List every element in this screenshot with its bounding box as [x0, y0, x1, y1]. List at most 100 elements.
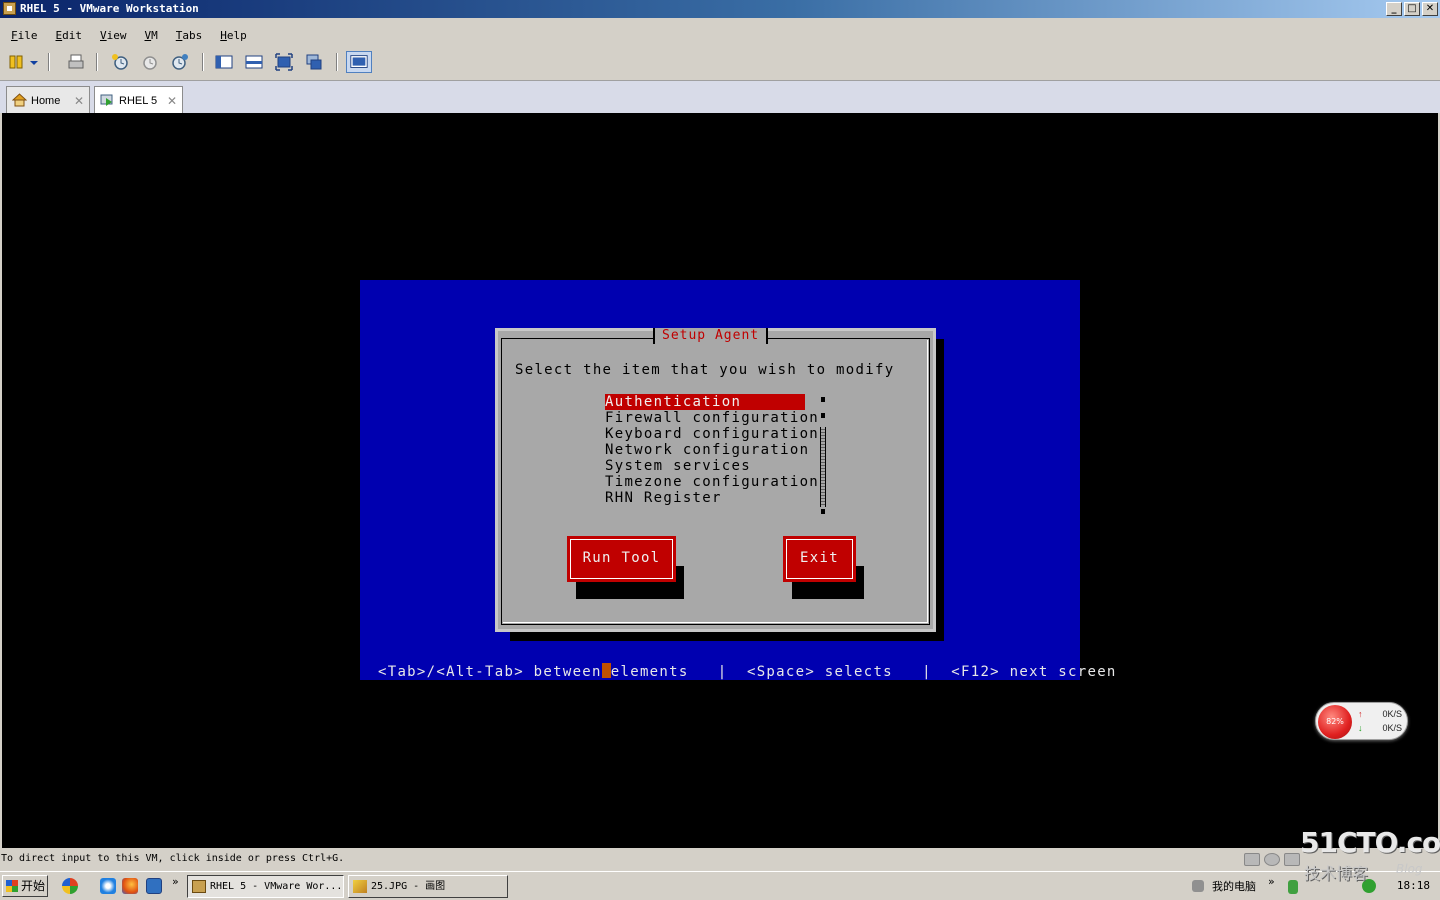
sidebar-view-icon[interactable] — [214, 52, 234, 72]
setup-agent-dialog: Setup Agent Select the item that you wis… — [495, 328, 936, 632]
vm-icon — [100, 94, 113, 106]
battery-tray-icon[interactable] — [1288, 880, 1298, 894]
site-watermark: 51CTO.com 技术博客 Blog — [1300, 826, 1440, 888]
download-rate-value: 0K/S — [1382, 723, 1402, 733]
tab-rhel5[interactable]: RHEL 5 ✕ — [94, 86, 183, 114]
home-icon — [12, 93, 27, 107]
tray-more-icon[interactable]: » — [1268, 875, 1275, 888]
menu-help[interactable]: Help — [209, 28, 254, 44]
hint-text: elements | <Space> selects | <F12> next … — [610, 664, 1117, 680]
power-icon[interactable] — [6, 52, 26, 72]
desktop-shortcut-icon[interactable] — [146, 878, 162, 894]
keyboard-hint-line: <Tab>/<Alt-Tab> between elements | <Space… — [378, 663, 1117, 680]
console-view-icon[interactable] — [346, 51, 372, 73]
tab-label: Home — [31, 95, 61, 107]
upload-rate-value: 0K/S — [1382, 709, 1402, 719]
exit-button[interactable]: Exit — [783, 536, 856, 582]
download-arrow-icon: ↓ — [1358, 723, 1363, 733]
my-computer-label[interactable]: 我的电脑 — [1212, 878, 1256, 894]
window-controls: _ □ ✕ — [1386, 2, 1438, 16]
upload-arrow-icon: ↑ — [1358, 709, 1363, 719]
scroll-track[interactable] — [820, 427, 826, 507]
taskbar-button-vmware[interactable]: RHEL 5 - VMware Wor... — [187, 875, 344, 898]
run-tool-button[interactable]: Run Tool — [567, 536, 676, 582]
maximize-button[interactable]: □ — [1404, 2, 1420, 16]
unity-icon[interactable] — [304, 52, 324, 72]
vm-console[interactable]: Setup Agent Select the item that you wis… — [2, 113, 1438, 848]
minimize-button[interactable]: _ — [1386, 2, 1402, 16]
toolbar-separator — [96, 53, 98, 71]
window-title: RHEL 5 - VMware Workstation — [20, 2, 199, 15]
scroll-down-marker — [821, 509, 825, 514]
scroll-thumb[interactable] — [821, 413, 825, 418]
close-tab-icon[interactable]: ✕ — [167, 88, 177, 114]
close-button[interactable]: ✕ — [1422, 2, 1438, 16]
menu-file[interactable]: File — [0, 28, 45, 44]
toolbar-separator — [202, 53, 204, 71]
vmware-app-icon — [3, 2, 16, 15]
upload-rate: ↑ 0K/S — [1358, 709, 1406, 719]
device-status-icons — [1244, 853, 1300, 866]
dialog-prompt: Select the item that you wish to modify — [515, 362, 895, 378]
text-cursor — [601, 663, 611, 678]
taskbar-button-label: 25.JPG - 画图 — [371, 881, 446, 892]
firefox-icon[interactable] — [122, 878, 138, 894]
list-item-timezone[interactable]: Timezone configuration — [605, 474, 818, 490]
windows-taskbar: 开始 » RHEL 5 - VMware Wor... 25.JPG - 画图 … — [0, 871, 1440, 900]
status-bar: To direct input to this VM, click inside… — [0, 850, 1440, 870]
list-item-rhn[interactable]: RHN Register — [605, 490, 805, 506]
setup-agent-screen: Setup Agent Select the item that you wis… — [360, 280, 1115, 680]
dialog-title: Setup Agent — [653, 328, 769, 344]
quick-launch-more-icon[interactable]: » — [172, 875, 179, 888]
toolbar — [0, 50, 1440, 76]
snapshot-manager-icon[interactable] — [170, 52, 190, 72]
dropdown-arrow-icon[interactable] — [28, 52, 40, 72]
list-item-firewall[interactable]: Firewall configuration — [605, 410, 818, 426]
vmware-app-icon — [192, 880, 206, 893]
menu-tabs[interactable]: Tabs — [165, 28, 210, 44]
toolbar-separator — [48, 53, 50, 71]
hard-disk-icon[interactable] — [1244, 853, 1260, 866]
snapshot-icon[interactable] — [110, 52, 130, 72]
watermark-tagline: 技术博客 — [1304, 864, 1369, 883]
menu-bar: File Edit View VM Tabs Help — [0, 28, 254, 44]
watermark-site: 51CTO.com — [1300, 826, 1440, 859]
internet-explorer-icon[interactable] — [100, 878, 116, 894]
list-item-services[interactable]: System services — [605, 458, 805, 474]
list-item-network[interactable]: Network configuration — [605, 442, 808, 458]
revert-snapshot-icon[interactable] — [140, 52, 160, 72]
list-item-authentication[interactable]: Authentication — [605, 394, 805, 410]
list-scrollbar[interactable] — [820, 397, 826, 514]
tool-listbox[interactable]: Authentication Firewall configuration Ke… — [605, 394, 818, 506]
tab-strip: Home ✕ RHEL 5 ✕ — [0, 80, 1440, 114]
hint-text: <Tab>/<Alt-Tab> between — [378, 664, 602, 680]
window-titlebar: RHEL 5 - VMware Workstation _ □ ✕ — [0, 0, 1440, 18]
menu-view[interactable]: View — [89, 28, 134, 44]
windows-logo-icon — [6, 880, 18, 892]
full-screen-icon[interactable] — [274, 52, 294, 72]
toolbar-separator — [336, 53, 338, 71]
printer-icon[interactable] — [66, 52, 86, 72]
start-button[interactable]: 开始 — [2, 875, 48, 897]
floppy-icon[interactable] — [1284, 853, 1300, 866]
quick-launch-app-icon[interactable] — [62, 878, 78, 894]
cpu-percent-badge: 82% — [1318, 705, 1352, 739]
watermark-blog: Blog — [1396, 862, 1423, 876]
taskbar-button-label: RHEL 5 - VMware Wor... — [210, 881, 343, 892]
close-tab-icon[interactable]: ✕ — [74, 88, 84, 114]
tab-home[interactable]: Home ✕ — [6, 86, 90, 114]
quick-switch-icon[interactable] — [244, 52, 264, 72]
download-rate: ↓ 0K/S — [1358, 723, 1406, 733]
paint-app-icon — [353, 880, 367, 893]
cdrom-icon[interactable] — [1264, 853, 1280, 866]
network-speed-widget[interactable]: 82% ↑ 0K/S ↓ 0K/S — [1315, 702, 1408, 740]
scroll-up-marker — [821, 397, 825, 402]
status-message: To direct input to this VM, click inside… — [1, 853, 345, 864]
taskbar-button-paint[interactable]: 25.JPG - 画图 — [348, 875, 508, 898]
list-item-keyboard[interactable]: Keyboard configuration — [605, 426, 818, 442]
tab-label: RHEL 5 — [119, 95, 158, 107]
menu-edit[interactable]: Edit — [45, 28, 90, 44]
menu-vm[interactable]: VM — [134, 28, 165, 44]
start-label: 开始 — [21, 879, 46, 893]
my-computer-icon[interactable] — [1192, 880, 1204, 892]
